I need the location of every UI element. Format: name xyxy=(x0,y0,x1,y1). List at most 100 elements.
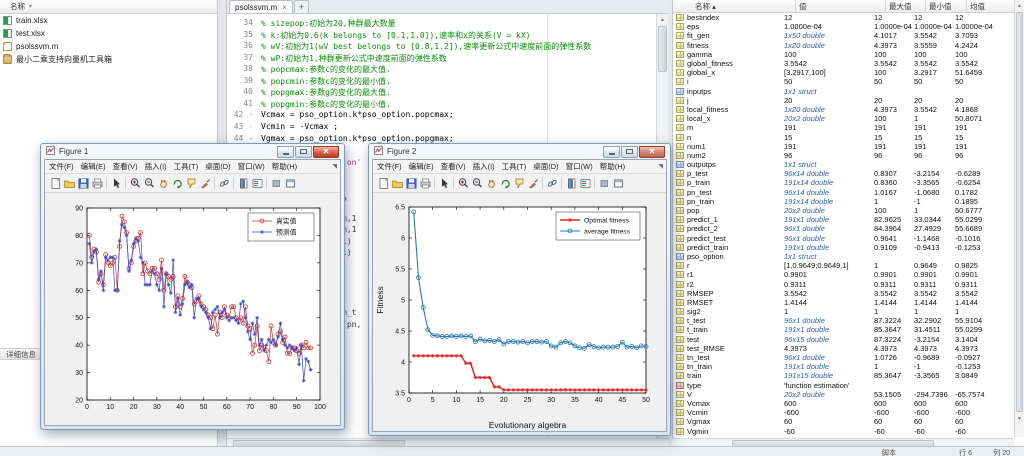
data-cursor-icon[interactable] xyxy=(512,176,526,190)
open-folder-icon[interactable] xyxy=(62,176,76,190)
code-line[interactable]: 34 % sizepop:初始为20,种群最大数量 xyxy=(227,18,668,29)
menu-item[interactable]: 帮助(H) xyxy=(600,161,625,172)
table-row[interactable]: test 96x15 double 87.3224 -3.2154 3.1404 xyxy=(673,335,1015,344)
table-row[interactable]: tn_test 96x1 double 1.0726 -0.9689 -0.0927 xyxy=(673,353,1015,362)
menu-item[interactable]: 编辑(E) xyxy=(81,161,106,172)
cursor-icon[interactable] xyxy=(437,176,451,190)
table-row[interactable]: j 20 20 20 20 xyxy=(673,96,1015,105)
minimize-button[interactable] xyxy=(277,145,294,158)
table-row[interactable]: Vcmin -600 -600 -600 -600 xyxy=(673,408,1015,417)
table-row[interactable]: predict_1 191x1 double 82.9625 33.0344 55.02… xyxy=(673,215,1015,224)
tab-close-icon[interactable]: × xyxy=(282,3,287,12)
code-line[interactable]: 40 % popgmax:参数g的变化的最大值. xyxy=(227,87,668,98)
table-row[interactable]: fitness 1x20 double 4.3973 3.5559 4.2424 xyxy=(673,41,1015,50)
insert-colorbar-icon[interactable] xyxy=(236,176,250,190)
insert-colorbar-icon[interactable] xyxy=(564,176,578,190)
figure1-window[interactable]: Figure 1 ✕ 文件(F) 编辑(E) 查看(V) 插入(I) 工具(T) 桌面(D… xyxy=(40,143,345,430)
scroll-down-button[interactable]: ▼ xyxy=(1015,413,1024,424)
workspace-hscrollbar[interactable] xyxy=(672,438,1014,447)
new-file-icon[interactable] xyxy=(376,176,390,190)
table-row[interactable]: train 191x15 double 85.3647 -3.3565 3.0849 xyxy=(673,371,1015,380)
table-row[interactable]: global_x [3.2917,100] 100 3.2917 51.6459 xyxy=(673,68,1015,77)
table-row[interactable]: t_test 96x1 double 87.3224 32.2902 55.9104 xyxy=(673,316,1015,325)
code-line[interactable]: 42 - Vcmax = pso_option.k*pso_option.popc… xyxy=(227,110,668,121)
table-row[interactable]: t_train 191x1 double 85.3647 31.4511 55.0299 xyxy=(673,325,1015,334)
table-row[interactable]: predict_test 96x1 double 0.9641 -1.1468 -0.1… xyxy=(673,234,1015,243)
menu-item[interactable]: 文件(F) xyxy=(377,161,402,172)
save-icon[interactable] xyxy=(404,176,418,190)
table-row[interactable]: n 15 15 15 15 xyxy=(673,132,1015,142)
table-row[interactable]: i 50 50 50 50 xyxy=(673,77,1015,86)
table-row[interactable]: Vcmax 600 600 600 600 xyxy=(673,399,1015,408)
dock-icon[interactable]: ◥ xyxy=(658,163,663,170)
code-line[interactable]: 35 % k:初始为0.6(k belongs to [0.1,1.0]),速率和… xyxy=(227,30,668,41)
table-row[interactable]: r1 0.9901 0.9901 0.9901 0.9901 xyxy=(673,270,1015,279)
brush-icon[interactable] xyxy=(526,176,540,190)
table-row[interactable]: predict_train 191x1 double 0.9109 -0.9413 -0… xyxy=(673,243,1015,252)
new-file-icon[interactable] xyxy=(48,176,62,190)
table-row[interactable]: local_fitness 1x20 double 4.3973 3.5542 4.18… xyxy=(673,105,1015,114)
zoom-in-icon[interactable] xyxy=(456,176,470,190)
table-row[interactable]: pn_test 96x14 double 1.0167 -1.0680 0.1782 xyxy=(673,188,1015,197)
pan-icon[interactable] xyxy=(484,176,498,190)
minimize-button[interactable] xyxy=(603,145,620,158)
link-plots-icon[interactable] xyxy=(545,176,559,190)
new-tab-button[interactable]: + xyxy=(293,0,309,13)
pan-icon[interactable] xyxy=(156,176,170,190)
hide-plot-tools-icon[interactable] xyxy=(269,176,283,190)
table-row[interactable]: eps 1.0000e-04 1.0000e-04 1.0000e-04 1.0000e… xyxy=(673,22,1015,31)
tab-psolssvm[interactable]: psolssvm.m × xyxy=(229,0,293,13)
menu-item[interactable]: 帮助(H) xyxy=(272,161,297,172)
link-plots-icon[interactable] xyxy=(217,176,231,190)
table-row[interactable]: m 191 191 191 191 xyxy=(673,123,1015,132)
maximize-button[interactable] xyxy=(621,145,638,158)
table-row[interactable]: fit_gen 1x50 double 4.1017 3.5542 3.7093 xyxy=(673,31,1015,40)
table-row[interactable]: Vgmax 60 60 60 60 xyxy=(673,417,1015,426)
zoom-in-icon[interactable] xyxy=(128,176,142,190)
hide-plot-tools-icon[interactable] xyxy=(597,176,611,190)
menu-item[interactable]: 查看(V) xyxy=(113,161,138,172)
menu-item[interactable]: 文件(F) xyxy=(49,161,74,172)
workspace-vscrollbar[interactable]: ▲ ▼ xyxy=(1014,0,1024,437)
table-row[interactable]: p_train 191x14 double 0.8360 -3.3565 -0.6254 xyxy=(673,178,1015,187)
figure2-window[interactable]: Figure 2 ✕ 文件(F) 编辑(E) 查看(V) 插入(I) 工具(T) 桌面(D… xyxy=(368,143,671,436)
table-row[interactable]: p_test 96x14 double 0.8307 -3.2154 -0.6289 xyxy=(673,169,1015,178)
table-row[interactable]: pn_train 191x14 double 1 -1 0.1895 xyxy=(673,197,1015,206)
scrollbar-thumb[interactable] xyxy=(658,26,667,72)
table-row[interactable]: RMSET 1.4144 1.4144 1.4144 1.4144 xyxy=(673,298,1015,307)
code-line[interactable]: 37 % wP:初始为1,种群更新公式中速度前面的弹性系数 xyxy=(227,53,668,64)
editor-hscrollbar[interactable] xyxy=(227,438,668,447)
table-row[interactable]: inputps 1x1 struct xyxy=(673,87,1015,96)
menu-item[interactable]: 编辑(E) xyxy=(409,161,434,172)
file-item[interactable]: train.xlsx xyxy=(0,14,217,27)
scroll-up-button[interactable]: ▲ xyxy=(1015,0,1024,11)
column-header-2[interactable]: 最大值 xyxy=(886,0,926,13)
column-header-0[interactable]: 名称 ▴ xyxy=(673,0,796,13)
data-cursor-icon[interactable] xyxy=(184,176,198,190)
table-row[interactable]: sig2 1 1 1 1 xyxy=(673,307,1015,316)
column-header-4[interactable]: 均值 xyxy=(967,0,1015,13)
code-line[interactable]: 43 - Vcmin = -Vcmax ; xyxy=(227,122,668,133)
table-row[interactable]: r [1,0.9649;0.9649,1] 1 0.9649 0.9825 xyxy=(673,261,1015,270)
table-row[interactable]: V 20x2 double 53.1505 -294.7396 -65.7574 xyxy=(673,390,1015,399)
show-plot-tools-icon[interactable] xyxy=(283,176,297,190)
menu-item[interactable]: 桌面(D) xyxy=(533,161,558,172)
scroll-up-button[interactable]: ▲ xyxy=(657,14,668,25)
table-row[interactable]: type 'function estimation' xyxy=(673,381,1015,390)
file-item[interactable]: test.xlsx xyxy=(0,27,217,40)
code-line[interactable]: 41 % popgmin:参数c的变化的最小值. xyxy=(227,99,668,110)
file-item[interactable]: psolssvm.m xyxy=(0,40,217,53)
table-row[interactable]: r2 0.9311 0.9311 0.9311 0.9311 xyxy=(673,279,1015,289)
folder-column-header[interactable]: 名称 ▾ xyxy=(0,0,217,14)
maximize-button[interactable] xyxy=(295,145,312,158)
menu-item[interactable]: 窗口(W) xyxy=(238,161,265,172)
rotate-3d-icon[interactable] xyxy=(498,176,512,190)
table-row[interactable]: global_fitness 3.5542 3.5542 3.5542 3.5542 xyxy=(673,59,1015,68)
print-icon[interactable] xyxy=(90,176,104,190)
menu-item[interactable]: 桌面(D) xyxy=(205,161,230,172)
table-row[interactable]: tn_train 191x1 double 1 -1 -0.1253 xyxy=(673,362,1015,371)
menu-item[interactable]: 插入(I) xyxy=(473,161,495,172)
rotate-3d-icon[interactable] xyxy=(170,176,184,190)
file-item[interactable]: 最小二乘支持向量机工具箱 xyxy=(0,53,217,66)
table-row[interactable]: test_RMSE 4.3973 4.3973 4.3973 4.3973 xyxy=(673,344,1015,353)
